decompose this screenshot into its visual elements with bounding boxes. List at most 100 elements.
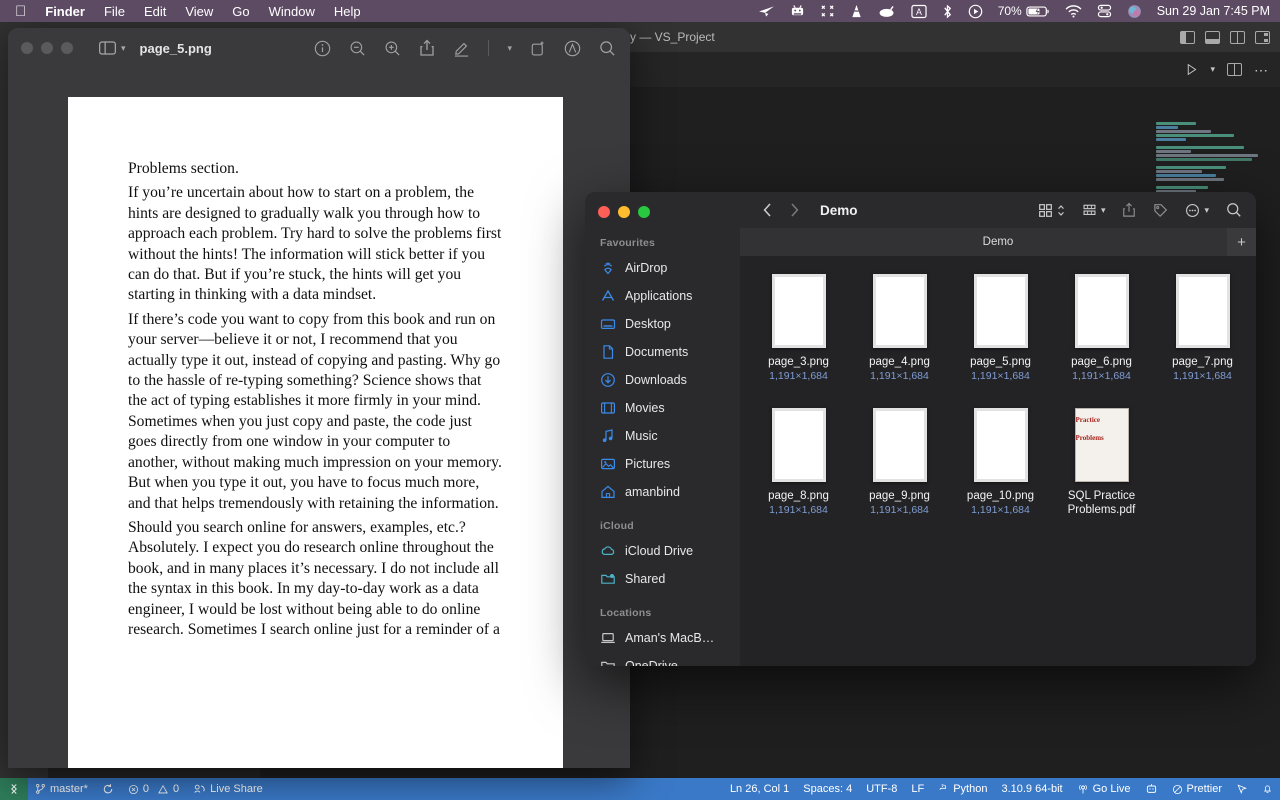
markup-pen-icon[interactable] [453, 40, 470, 57]
sidebar-item-macbook[interactable]: Aman's MacB… [585, 624, 740, 652]
battery-status[interactable]: 70% [998, 4, 1050, 18]
preview-window[interactable]: ▾ page_5.png ▾ Problems section. If you’… [8, 28, 630, 768]
file-item[interactable]: page_8.png 1,191×1,684 [748, 404, 849, 518]
status-feedback[interactable] [1229, 778, 1255, 800]
file-item[interactable]: page_4.png 1,191×1,684 [849, 270, 950, 382]
finder-window[interactable]: Favourites AirDrop Applications Desktop … [585, 192, 1256, 666]
status-eol[interactable]: LF [904, 778, 931, 800]
preview-sidebar-toggle[interactable]: ▾ [99, 41, 126, 55]
bluetooth-icon[interactable] [942, 4, 953, 19]
sidebar-item-onedrive[interactable]: OneDrive [585, 652, 740, 666]
finder-file-grid-container[interactable]: page_3.png 1,191×1,684 page_4.png 1,191×… [740, 256, 1256, 666]
status-notifications[interactable] [1255, 778, 1280, 800]
chevron-down-icon[interactable]: ▾ [1210, 64, 1215, 75]
file-item[interactable]: page_5.png 1,191×1,684 [950, 270, 1051, 382]
status-go-live-label: Go Live [1092, 783, 1131, 795]
paper-plane-icon[interactable] [758, 5, 775, 18]
menu-item-go[interactable]: Go [232, 4, 249, 19]
new-tab-button[interactable]: + [1227, 228, 1256, 256]
close-button[interactable] [21, 42, 33, 54]
control-center-icon[interactable] [1097, 4, 1112, 18]
wifi-icon[interactable] [1065, 4, 1082, 18]
finder-sidebar-list[interactable]: Favourites AirDrop Applications Desktop … [585, 230, 740, 666]
sidebar-item-icloud-drive[interactable]: iCloud Drive [585, 537, 740, 565]
annotate-icon[interactable] [564, 40, 581, 57]
customize-layout-icon[interactable] [1255, 30, 1270, 44]
status-tabnine[interactable] [1138, 778, 1165, 800]
toggle-panel-icon[interactable] [1205, 30, 1220, 44]
chevron-down-icon[interactable]: ▾ [507, 43, 512, 54]
sidebar-item-downloads[interactable]: Downloads [585, 366, 740, 394]
search-icon[interactable] [599, 40, 616, 57]
status-encoding[interactable]: UTF-8 [859, 778, 904, 800]
status-branch[interactable]: master* [28, 778, 95, 800]
toggle-primary-sidebar-icon[interactable] [1180, 30, 1195, 44]
input-source-A-icon[interactable]: A [911, 4, 927, 19]
zoom-in-icon[interactable] [384, 40, 401, 57]
search-icon[interactable] [1226, 202, 1242, 218]
status-sync-button[interactable] [95, 778, 121, 800]
vlc-cone-icon[interactable] [850, 4, 863, 19]
status-remote-button[interactable] [0, 778, 28, 800]
play-circle-icon[interactable] [968, 4, 983, 19]
minimize-button[interactable] [618, 206, 630, 218]
file-item[interactable]: Practice Problems SQL Practice Problems.… [1051, 404, 1152, 518]
menu-item-window[interactable]: Window [269, 4, 315, 19]
sidebar-item-pictures[interactable]: Pictures [585, 450, 740, 478]
close-button[interactable] [598, 206, 610, 218]
sidebar-item-desktop[interactable]: Desktop [585, 310, 740, 338]
rotate-icon[interactable] [530, 40, 546, 57]
share-icon[interactable] [419, 39, 435, 57]
maximize-button[interactable] [638, 206, 650, 218]
chevron-right-icon[interactable] [789, 202, 800, 218]
file-item[interactable]: page_3.png 1,191×1,684 [748, 270, 849, 382]
maximize-button[interactable] [61, 42, 73, 54]
sidebar-item-movies[interactable]: Movies [585, 394, 740, 422]
sidebar-item-airdrop[interactable]: AirDrop [585, 254, 740, 282]
file-item[interactable]: page_10.png 1,191×1,684 [950, 404, 1051, 518]
view-mode-control[interactable] [1038, 203, 1065, 218]
status-indentation[interactable]: Spaces: 4 [796, 778, 859, 800]
finder-tab-demo[interactable]: Demo [983, 236, 1014, 248]
zoom-out-icon[interactable] [349, 40, 366, 57]
apple-logo-icon[interactable]:  [15, 4, 26, 19]
info-circle-icon[interactable] [314, 40, 331, 57]
sidebar-item-amanbind[interactable]: amanbind [585, 478, 740, 506]
chevron-left-icon[interactable] [762, 202, 773, 218]
status-language[interactable]: Python [931, 778, 994, 800]
split-editor-icon[interactable] [1227, 63, 1242, 76]
status-prettier[interactable]: Prettier [1165, 778, 1229, 800]
menu-item-view[interactable]: View [185, 4, 213, 19]
file-item[interactable]: page_6.png 1,191×1,684 [1051, 270, 1152, 382]
status-interpreter[interactable]: 3.10.9 64-bit [994, 778, 1069, 800]
menu-item-edit[interactable]: Edit [144, 4, 166, 19]
status-problems[interactable]: 0 0 [121, 778, 186, 800]
status-live-share[interactable]: Live Share [186, 778, 270, 800]
status-go-live[interactable]: Go Live [1070, 778, 1138, 800]
sidebar-item-shared[interactable]: Shared [585, 565, 740, 593]
tag-icon[interactable] [1153, 203, 1168, 218]
share-icon[interactable] [1122, 202, 1136, 218]
preview-canvas[interactable]: Problems section. If you’re uncertain ab… [8, 68, 630, 768]
sidebar-item-music[interactable]: Music [585, 422, 740, 450]
android-robot-icon[interactable] [790, 4, 805, 18]
toggle-secondary-sidebar-icon[interactable] [1230, 30, 1245, 44]
more-ellipsis-icon[interactable]: ⋯ [1254, 63, 1268, 77]
siri-icon[interactable] [1127, 4, 1142, 19]
run-play-icon[interactable] [1185, 63, 1198, 76]
status-cursor-position[interactable]: Ln 26, Col 1 [723, 778, 796, 800]
minimize-button[interactable] [41, 42, 53, 54]
chevron-down-icon[interactable]: ▾ [121, 43, 126, 54]
file-item[interactable]: page_9.png 1,191×1,684 [849, 404, 950, 518]
sidebar-item-documents[interactable]: Documents [585, 338, 740, 366]
sidebar-item-applications[interactable]: Applications [585, 282, 740, 310]
menu-item-file[interactable]: File [104, 4, 125, 19]
group-by-control[interactable]: ▾ [1082, 203, 1105, 218]
menu-bar-clock[interactable]: Sun 29 Jan 7:45 PM [1157, 4, 1270, 18]
menu-item-finder[interactable]: Finder [45, 4, 85, 19]
shortcuts-icon[interactable] [820, 4, 835, 18]
menu-item-help[interactable]: Help [334, 4, 361, 19]
more-actions-control[interactable]: ▾ [1185, 203, 1209, 218]
file-item[interactable]: page_7.png 1,191×1,684 [1152, 270, 1253, 382]
dropbox-icon[interactable] [878, 5, 896, 18]
